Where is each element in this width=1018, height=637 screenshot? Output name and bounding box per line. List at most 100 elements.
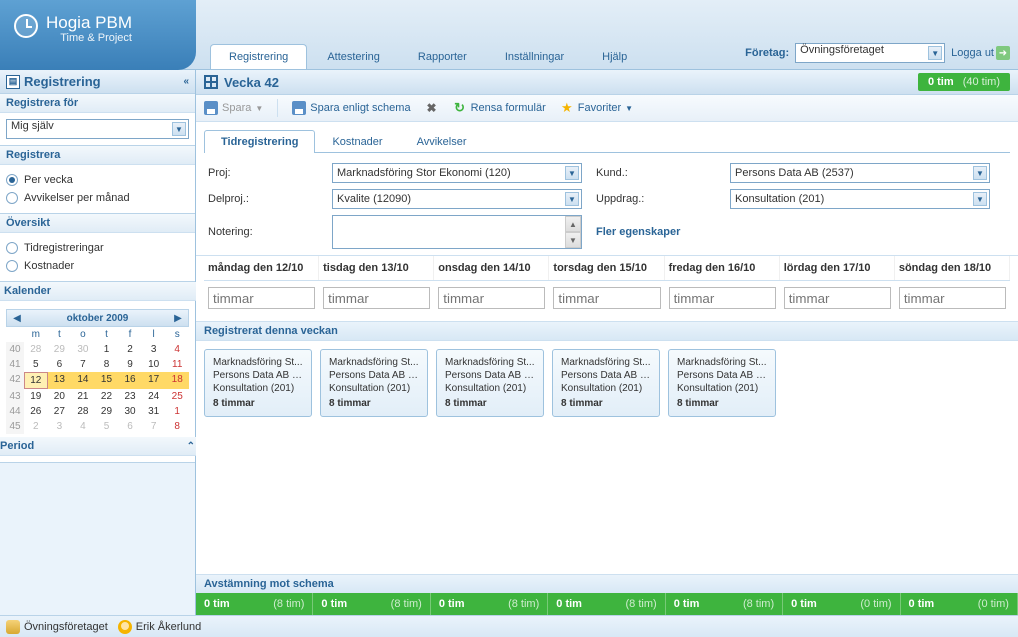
- cal-day[interactable]: 3: [142, 342, 166, 357]
- cal-day[interactable]: 21: [71, 389, 95, 404]
- cal-day[interactable]: 4: [71, 419, 95, 434]
- cal-day[interactable]: 31: [142, 404, 166, 419]
- cal-next-icon[interactable]: ▶: [172, 312, 184, 324]
- cal-day[interactable]: 27: [48, 404, 72, 419]
- cal-day[interactable]: 5: [24, 357, 48, 372]
- registered-card[interactable]: Marknadsföring St...Persons Data AB (2..…: [436, 349, 544, 417]
- panel-calendar: Kalender ◀ oktober 2009 ▶ mtotfls4028293…: [0, 282, 195, 443]
- tab-installningar[interactable]: Inställningar: [487, 45, 582, 69]
- cal-day[interactable]: 3: [48, 419, 72, 434]
- cal-day[interactable]: 14: [71, 372, 95, 389]
- expand-icon[interactable]: ⌃: [187, 441, 195, 452]
- toolbar: Spara ▼ Spara enligt schema ✖ ↻ Rensa fo…: [196, 95, 1018, 122]
- favorites-button[interactable]: ★ Favoriter ▼: [560, 101, 633, 115]
- registered-card[interactable]: Marknadsföring St...Persons Data AB (2..…: [668, 349, 776, 417]
- cal-day[interactable]: 9: [118, 357, 142, 372]
- cal-day[interactable]: 7: [71, 357, 95, 372]
- hours-input[interactable]: [208, 287, 315, 309]
- recon-cell: 0 tim(8 tim): [666, 593, 783, 615]
- sidebar: ▤ Registrering « Registrera för Mig själ…: [0, 70, 196, 615]
- save-schema-button[interactable]: Spara enligt schema: [292, 101, 410, 115]
- cal-day[interactable]: 25: [165, 389, 189, 404]
- period-title[interactable]: Period ⌃: [0, 437, 201, 456]
- cal-day[interactable]: 19: [24, 389, 48, 404]
- cal-day[interactable]: 29: [48, 342, 72, 357]
- more-properties-link[interactable]: Fler egenskaper: [596, 226, 716, 238]
- radio-avvikelser[interactable]: Avvikelser per månad: [6, 189, 189, 207]
- radio-tidregistreringar[interactable]: Tidregistreringar: [6, 239, 189, 257]
- registered-card[interactable]: Marknadsföring St...Persons Data AB (2..…: [552, 349, 660, 417]
- tab-hjalp[interactable]: Hjälp: [584, 45, 645, 69]
- logout-link[interactable]: Logga ut ➜: [951, 46, 1010, 60]
- subtab-avvikelser[interactable]: Avvikelser: [400, 130, 484, 153]
- cal-day[interactable]: 8: [165, 419, 189, 434]
- collapse-icon[interactable]: «: [183, 76, 189, 87]
- cal-day[interactable]: 30: [118, 404, 142, 419]
- cal-day[interactable]: 28: [24, 342, 48, 357]
- cal-day[interactable]: 29: [95, 404, 119, 419]
- registered-card[interactable]: Marknadsföring St...Persons Data AB (2..…: [320, 349, 428, 417]
- hours-input[interactable]: [669, 287, 776, 309]
- cal-day[interactable]: 18: [165, 372, 189, 389]
- clock-icon: [14, 14, 38, 38]
- tab-rapporter[interactable]: Rapporter: [400, 45, 485, 69]
- cal-day[interactable]: 1: [95, 342, 119, 357]
- uppdrag-select[interactable]: Konsultation (201)▼: [730, 189, 990, 209]
- scrollbar[interactable]: ▲▼: [565, 216, 581, 248]
- notering-textarea[interactable]: ▲▼: [332, 215, 582, 249]
- kund-select[interactable]: Persons Data AB (2537)▼: [730, 163, 990, 183]
- tab-attestering[interactable]: Attestering: [309, 45, 398, 69]
- register-for-select[interactable]: Mig själv ▼: [6, 119, 189, 139]
- cal-day[interactable]: 15: [95, 372, 119, 389]
- cal-day[interactable]: 1: [165, 404, 189, 419]
- company-select[interactable]: Övningsföretaget ▼: [795, 43, 945, 63]
- content: Vecka 42 0 tim (40 tim) Spara ▼ Spara en…: [196, 70, 1018, 615]
- cal-day[interactable]: 6: [118, 419, 142, 434]
- cal-day[interactable]: 16: [118, 372, 142, 389]
- hours-input[interactable]: [323, 287, 430, 309]
- cal-day[interactable]: 12: [24, 372, 48, 389]
- delproj-select[interactable]: Kvalite (12090)▼: [332, 189, 582, 209]
- radio-per-vecka[interactable]: Per vecka: [6, 171, 189, 189]
- cal-day[interactable]: 7: [142, 419, 166, 434]
- cal-day[interactable]: 6: [48, 357, 72, 372]
- cal-day[interactable]: 2: [24, 419, 48, 434]
- cal-day[interactable]: 4: [165, 342, 189, 357]
- cal-day[interactable]: 24: [142, 389, 166, 404]
- cal-day[interactable]: 8: [95, 357, 119, 372]
- subtab-kostnader[interactable]: Kostnader: [315, 130, 399, 153]
- hours-input[interactable]: [899, 287, 1006, 309]
- header-right: Företag: Övningsföretaget ▼ Logga ut ➜: [745, 43, 1010, 63]
- cal-prev-icon[interactable]: ◀: [11, 312, 23, 324]
- cal-day[interactable]: 11: [165, 357, 189, 372]
- tab-registrering[interactable]: Registrering: [210, 44, 307, 69]
- cal-day[interactable]: 28: [71, 404, 95, 419]
- registered-card[interactable]: Marknadsföring St...Persons Data AB (2..…: [204, 349, 312, 417]
- hours-input[interactable]: [438, 287, 545, 309]
- cal-day[interactable]: 30: [71, 342, 95, 357]
- cal-day[interactable]: 20: [48, 389, 72, 404]
- cal-day[interactable]: 5: [95, 419, 119, 434]
- cal-day[interactable]: 26: [24, 404, 48, 419]
- cal-day[interactable]: 2: [118, 342, 142, 357]
- recon-cell: 0 tim(0 tim): [901, 593, 1018, 615]
- clear-button[interactable]: ↻ Rensa formulär: [453, 101, 546, 115]
- cal-day[interactable]: 22: [95, 389, 119, 404]
- hours-input[interactable]: [784, 287, 891, 309]
- hours-input[interactable]: [553, 287, 660, 309]
- cal-day[interactable]: 17: [142, 372, 166, 389]
- radio-icon: [6, 260, 18, 272]
- delete-button[interactable]: ✖: [425, 101, 439, 115]
- cal-day[interactable]: 13: [48, 372, 72, 389]
- kund-label: Kund.:: [596, 167, 716, 179]
- logout-icon: ➜: [996, 46, 1010, 60]
- subtab-tidregistrering[interactable]: Tidregistrering: [204, 130, 315, 153]
- save-button[interactable]: Spara ▼: [204, 101, 263, 115]
- proj-select[interactable]: Marknadsföring Stor Ekonomi (120)▼: [332, 163, 582, 183]
- day-header: lördag den 17/10: [780, 256, 895, 280]
- cal-day[interactable]: 23: [118, 389, 142, 404]
- radio-kostnader[interactable]: Kostnader: [6, 257, 189, 275]
- cal-day[interactable]: 10: [142, 357, 166, 372]
- sidebar-title: ▤ Registrering «: [0, 70, 195, 94]
- chevron-down-icon: ▼: [625, 104, 633, 113]
